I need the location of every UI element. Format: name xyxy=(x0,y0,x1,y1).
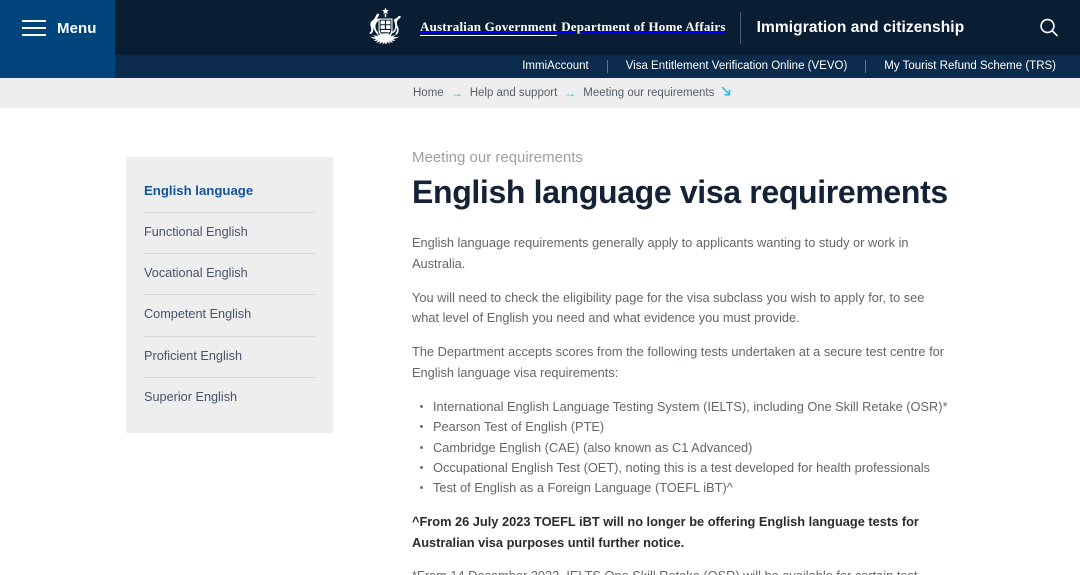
gov-line-2: Department of Home Affairs xyxy=(561,19,726,35)
breadcrumb-item-home[interactable]: Home xyxy=(413,87,444,99)
gov-line-1: Australian Government xyxy=(420,19,557,37)
page-eyebrow: Meeting our requirements xyxy=(412,149,583,166)
australian-coat-of-arms-icon xyxy=(369,7,401,45)
list-item: Test of English as a Foreign Language (T… xyxy=(412,478,952,498)
sidebar-item-english-language[interactable]: English language xyxy=(144,183,315,213)
intro-paragraph-3: The Department accepts scores from the f… xyxy=(412,344,945,380)
list-item: International English Language Testing S… xyxy=(412,397,952,417)
breadcrumb: Home → Help and support → Meeting our re… xyxy=(413,85,732,101)
page-title: English language visa requirements xyxy=(412,173,948,210)
main-content: Meeting our requirements English languag… xyxy=(412,148,952,575)
menu-button[interactable]: Menu xyxy=(0,0,115,78)
menu-button-label: Menu xyxy=(57,19,97,37)
breadcrumb-item-help-and-support[interactable]: Help and support xyxy=(470,87,558,99)
breadcrumb-expand-button[interactable] xyxy=(721,85,732,101)
list-item: Pearson Test of English (PTE) xyxy=(412,417,952,437)
list-item: Occupational English Test (OET), noting … xyxy=(412,458,952,478)
search-button[interactable] xyxy=(1018,0,1080,55)
site-title: Immigration and citizenship xyxy=(756,18,965,36)
breadcrumb-arrow-icon: → xyxy=(564,86,577,100)
hamburger-icon xyxy=(22,20,46,36)
government-wordmark: Australian Government Department of Home… xyxy=(420,19,726,37)
breadcrumb-arrow-icon: → xyxy=(450,86,463,100)
util-link-immiaccount[interactable]: ImmiAccount xyxy=(504,60,606,73)
sidebar-item-vocational-english[interactable]: Vocational English xyxy=(144,254,315,296)
brand-bar: Australian Government Department of Home… xyxy=(115,0,1080,55)
site-masthead: Menu Australian Government Department of… xyxy=(0,0,1080,78)
arrow-down-right-icon xyxy=(722,86,731,96)
breadcrumb-item-meeting-our-requirements[interactable]: Meeting our requirements xyxy=(583,87,714,99)
brand-divider xyxy=(739,11,741,44)
sidebar-item-competent-english[interactable]: Competent English xyxy=(144,295,315,337)
government-logo-link[interactable]: Australian Government Department of Home… xyxy=(363,7,726,48)
sidebar-item-functional-english[interactable]: Functional English xyxy=(144,213,315,255)
accepted-tests-list: International English Language Testing S… xyxy=(412,397,952,499)
toefl-notice: ^From 26 July 2023 TOEFL iBT will no lon… xyxy=(412,513,919,550)
util-link-vevo[interactable]: Visa Entitlement Verification Online (VE… xyxy=(608,60,866,73)
intro-paragraph-1: English language requirements generally … xyxy=(412,235,909,271)
search-icon xyxy=(1040,18,1058,36)
intro-paragraph-2: You will need to check the eligibility p… xyxy=(412,289,925,326)
sidebar-item-proficient-english[interactable]: Proficient English xyxy=(144,337,315,378)
section-sidebar-nav: English language Functional English Voca… xyxy=(126,157,333,434)
sidebar-item-superior-english[interactable]: Superior English xyxy=(144,378,315,405)
utility-nav: ImmiAccount Visa Entitlement Verificatio… xyxy=(115,55,1080,78)
osr-notice: *From 14 December 2022, IELTS One Skill … xyxy=(412,566,952,575)
util-link-trs[interactable]: My Tourist Refund Scheme (TRS) xyxy=(866,60,1074,73)
breadcrumb-bar: Home → Help and support → Meeting our re… xyxy=(0,78,1080,108)
list-item: Cambridge English (CAE) (also known as C… xyxy=(412,438,952,458)
page-body: English language Functional English Voca… xyxy=(0,108,1080,575)
